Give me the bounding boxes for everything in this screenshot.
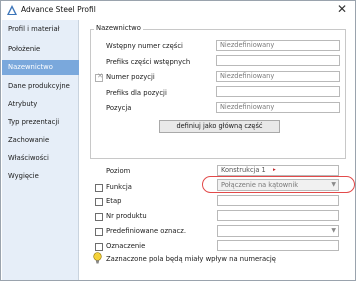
- define-main-part-button[interactable]: definiuj jako główną część: [159, 120, 280, 133]
- sidebar-item-production-data[interactable]: Dane produkcyjne: [2, 79, 79, 94]
- marking-field[interactable]: [217, 240, 339, 251]
- single-part-number-field[interactable]: Niezdefiniowany: [216, 71, 340, 82]
- single-part-number-label: Numer pozycji: [106, 73, 155, 81]
- red-triangle-icon: ▸: [273, 167, 276, 173]
- close-icon[interactable]: ✕: [335, 2, 349, 16]
- level-combo[interactable]: Konstrukcja 1 ▸: [217, 165, 339, 176]
- product-number-checkbox[interactable]: [95, 213, 103, 221]
- phase-field[interactable]: [217, 195, 339, 206]
- function-label: Funkcja: [106, 183, 132, 191]
- naming-group-legend: Nazewnictwo: [94, 24, 143, 32]
- preliminary-part-prefix-label: Prefiks części wstępnych: [106, 58, 191, 66]
- preliminary-part-number-field[interactable]: Niezdefiniowany: [216, 40, 340, 51]
- marking-label: Oznaczenie: [106, 242, 146, 250]
- sidebar-item-presentation-type[interactable]: Typ prezentacji: [2, 115, 79, 130]
- window-title: Advance Steel Profil: [21, 5, 96, 14]
- sidebar-item-position[interactable]: Położenie: [2, 42, 79, 57]
- single-part-number-checkbox[interactable]: ✕: [95, 72, 103, 82]
- sidebar-item-behavior[interactable]: Zachowanie: [2, 133, 79, 148]
- marking-checkbox[interactable]: [95, 243, 103, 251]
- product-number-label: Nr produktu: [106, 212, 147, 220]
- profile-dialog: Advance Steel Profil ✕ Profil i materiał…: [0, 0, 356, 281]
- sidebar-item-naming[interactable]: Nazewnictwo: [2, 60, 79, 75]
- phase-checkbox[interactable]: [95, 198, 103, 206]
- function-dropdown[interactable]: Połączenie na kątownik ▼: [217, 179, 339, 191]
- sidebar-item-profile-material[interactable]: Profil i materiał: [2, 22, 79, 37]
- info-note: Zaznaczone pola będą miały wpływ na nume…: [106, 255, 276, 263]
- function-value: Połączenie na kątownik: [221, 181, 299, 189]
- chevron-down-icon: ▼: [331, 227, 336, 234]
- main-panel: Nazewnictwo Wstępny numer części Niezdef…: [84, 20, 355, 280]
- predefined-marking-label: Predefiniowane oznacz.: [106, 227, 186, 235]
- chevron-down-icon: ▼: [331, 181, 336, 188]
- preliminary-part-number-label: Wstępny numer części: [106, 42, 183, 50]
- preliminary-part-prefix-field[interactable]: [216, 55, 340, 66]
- single-part-prefix-field[interactable]: [216, 86, 340, 97]
- single-part-prefix-label: Prefiks dla pozycji: [106, 89, 167, 97]
- position-label: Pozycja: [106, 104, 132, 112]
- predefined-marking-dropdown[interactable]: ▼: [217, 225, 339, 237]
- sidebar-item-properties[interactable]: Właściwości: [2, 151, 79, 166]
- product-number-field[interactable]: [217, 210, 339, 221]
- checkmark-icon: ✕: [97, 72, 103, 80]
- phase-label: Etap: [106, 197, 122, 205]
- predefined-marking-checkbox[interactable]: [95, 228, 103, 236]
- sidebar-item-bending[interactable]: Wygięcie: [2, 169, 79, 184]
- lightbulb-icon: [93, 252, 102, 264]
- level-label: Poziom: [106, 167, 131, 175]
- advance-steel-logo-icon: [7, 5, 17, 15]
- sidebar-item-attributes[interactable]: Atrybuty: [2, 97, 79, 112]
- level-value: Konstrukcja 1: [221, 166, 266, 174]
- function-checkbox[interactable]: [95, 184, 103, 192]
- title-bar: Advance Steel Profil ✕: [1, 1, 355, 19]
- sidebar: Profil i materiał Położenie Nazewnictwo …: [2, 20, 79, 280]
- position-field[interactable]: Niezdefiniowany: [216, 102, 340, 113]
